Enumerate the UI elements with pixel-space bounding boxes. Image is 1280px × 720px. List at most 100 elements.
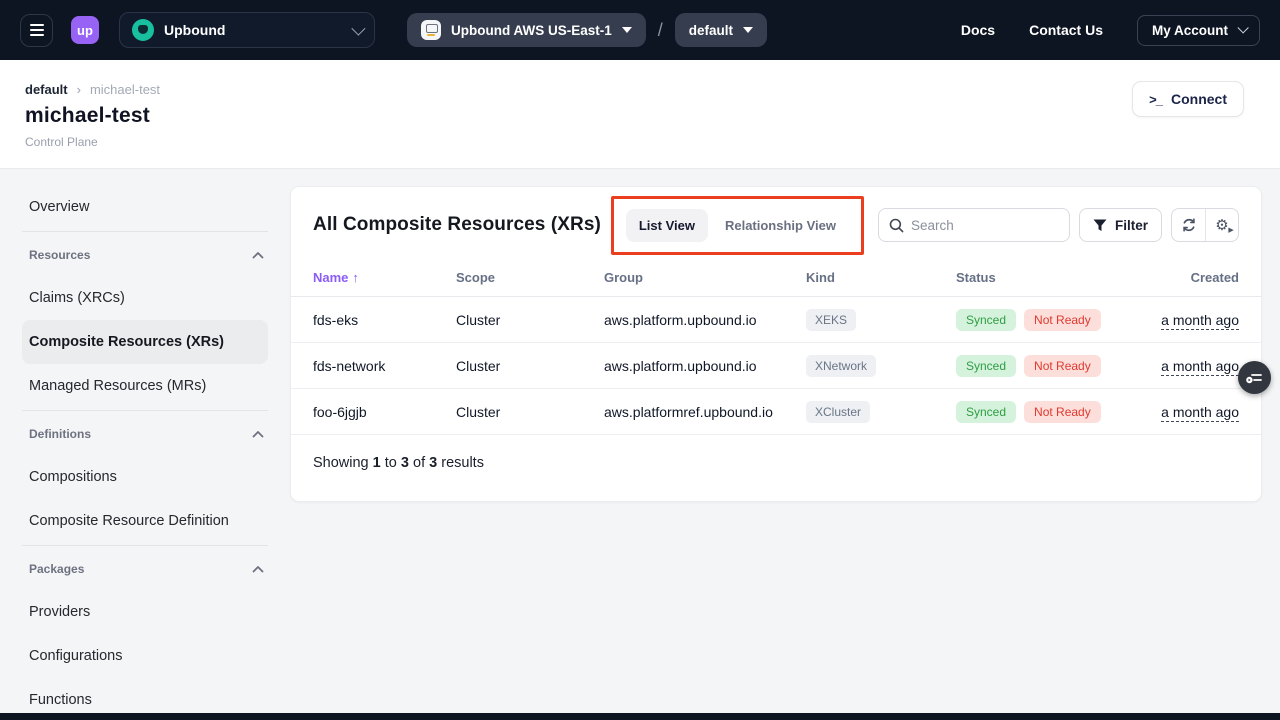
divider: [22, 231, 268, 232]
column-header-name[interactable]: Name↑: [313, 270, 456, 285]
search-input[interactable]: [911, 218, 1041, 233]
chevron-down-icon: [351, 22, 365, 36]
cell-group: aws.platformref.upbound.io: [604, 404, 806, 420]
status-badge-synced: Synced: [956, 401, 1016, 423]
results-summary: Showing 1 to 3 of 3 results: [291, 435, 1261, 491]
refresh-icon: [1181, 217, 1197, 233]
sidebar-item-composite-resources[interactable]: Composite Resources (XRs): [22, 320, 268, 364]
cell-name: fds-eks: [313, 312, 456, 328]
gear-icon: ⚙ ▶: [1215, 218, 1228, 233]
column-header-kind[interactable]: Kind: [806, 270, 956, 285]
control-plane-icon: [421, 20, 441, 40]
page-title: michael-test: [25, 104, 1280, 128]
status-badge-synced: Synced: [956, 355, 1016, 377]
chevron-up-icon: [252, 565, 264, 573]
breadcrumb-default[interactable]: default: [25, 82, 68, 97]
terminal-icon: >_: [1149, 92, 1162, 107]
kind-badge: XNetwork: [806, 355, 876, 377]
column-header-group[interactable]: Group: [604, 270, 806, 285]
cell-scope: Cluster: [456, 312, 604, 328]
chevron-down-icon: [1237, 22, 1248, 33]
status-badge-synced: Synced: [956, 309, 1016, 331]
divider: [22, 545, 268, 546]
my-account-button[interactable]: My Account: [1137, 15, 1260, 46]
created-timestamp[interactable]: a month ago: [1161, 358, 1239, 376]
sidebar-item-providers[interactable]: Providers: [22, 590, 268, 634]
refresh-button[interactable]: [1172, 209, 1205, 241]
list-view-tab[interactable]: List View: [626, 209, 708, 242]
namespace-switcher[interactable]: default: [675, 13, 767, 47]
organization-avatar-icon: [132, 19, 154, 41]
form-list-icon: [1246, 371, 1263, 385]
connect-label: Connect: [1171, 91, 1227, 107]
play-icon: ▶: [1228, 227, 1233, 234]
chevron-up-icon: [252, 430, 264, 438]
bottom-edge-bar: [0, 713, 1280, 720]
kind-badge: XEKS: [806, 309, 856, 331]
auto-refresh-settings-button[interactable]: ⚙ ▶: [1205, 209, 1238, 241]
status-badge-not-ready: Not Ready: [1024, 401, 1101, 423]
path-separator: /: [658, 20, 663, 41]
control-plane-switcher[interactable]: Upbound AWS US-East-1: [407, 13, 646, 47]
divider: [22, 410, 268, 411]
chevron-up-icon: [252, 251, 264, 259]
organization-name: Upbound: [164, 22, 352, 38]
cell-scope: Cluster: [456, 358, 604, 374]
kind-badge: XCluster: [806, 401, 870, 423]
sidebar-item-managed-resources[interactable]: Managed Resources (MRs): [22, 364, 268, 408]
top-navigation-bar: up Upbound Upbound AWS US-East-1 / defau…: [0, 0, 1280, 60]
cell-name: fds-network: [313, 358, 456, 374]
annotation-box: List View Relationship View: [611, 196, 864, 255]
sidebar-item-composite-resource-definition[interactable]: Composite Resource Definition: [22, 499, 268, 543]
filter-button[interactable]: Filter: [1079, 208, 1162, 242]
table-row[interactable]: fds-eks Cluster aws.platform.upbound.io …: [291, 297, 1261, 343]
sort-ascending-icon: ↑: [352, 270, 359, 285]
caret-down-icon: [622, 27, 632, 33]
page-subtitle: Control Plane: [25, 135, 1280, 149]
table-row[interactable]: fds-network Cluster aws.platform.upbound…: [291, 343, 1261, 389]
status-badge-not-ready: Not Ready: [1024, 309, 1101, 331]
breadcrumb-chevron-icon: ›: [77, 82, 81, 97]
sidebar-item-configurations[interactable]: Configurations: [22, 634, 268, 678]
docs-link[interactable]: Docs: [961, 22, 995, 38]
search-icon: [889, 218, 904, 233]
panel-title: All Composite Resources (XRs): [313, 214, 611, 236]
sidebar: Overview Resources Claims (XRCs) Composi…: [0, 169, 290, 720]
upbound-logo[interactable]: up: [71, 16, 99, 44]
table-header-row: Name↑ Scope Group Kind Status Created: [291, 259, 1261, 297]
relationship-view-tab[interactable]: Relationship View: [712, 209, 849, 242]
table-row[interactable]: foo-6jgjb Cluster aws.platformref.upboun…: [291, 389, 1261, 435]
sidebar-section-resources[interactable]: Resources: [22, 234, 268, 276]
connect-button[interactable]: >_ Connect: [1132, 81, 1244, 117]
page-header: default › michael-test michael-test Cont…: [0, 60, 1280, 169]
sidebar-item-overview[interactable]: Overview: [22, 185, 268, 229]
column-header-status[interactable]: Status: [956, 270, 1161, 285]
filter-funnel-icon: [1093, 219, 1107, 232]
created-timestamp[interactable]: a month ago: [1161, 404, 1239, 422]
panel-toolbar: All Composite Resources (XRs) List View …: [291, 187, 1261, 259]
contact-us-link[interactable]: Contact Us: [1029, 22, 1103, 38]
search-box[interactable]: [878, 208, 1070, 242]
created-timestamp[interactable]: a month ago: [1161, 312, 1239, 330]
composite-resources-panel: All Composite Resources (XRs) List View …: [290, 186, 1262, 502]
table-actions-group: ⚙ ▶: [1171, 208, 1239, 242]
feedback-widget-button[interactable]: [1238, 361, 1271, 394]
control-plane-name: Upbound AWS US-East-1: [451, 23, 612, 38]
cell-group: aws.platform.upbound.io: [604, 358, 806, 374]
my-account-label: My Account: [1152, 23, 1228, 38]
sidebar-section-definitions[interactable]: Definitions: [22, 413, 268, 455]
hamburger-menu-button[interactable]: [20, 14, 53, 47]
cell-scope: Cluster: [456, 404, 604, 420]
column-header-created[interactable]: Created: [1161, 270, 1239, 285]
organization-switcher[interactable]: Upbound: [119, 12, 375, 48]
breadcrumb-current: michael-test: [90, 82, 160, 97]
cell-name: foo-6jgjb: [313, 404, 456, 420]
sidebar-item-compositions[interactable]: Compositions: [22, 455, 268, 499]
breadcrumb: default › michael-test: [25, 82, 1280, 97]
namespace-name: default: [689, 23, 733, 38]
sidebar-item-claims[interactable]: Claims (XRCs): [22, 276, 268, 320]
filter-label: Filter: [1115, 218, 1148, 233]
status-badge-not-ready: Not Ready: [1024, 355, 1101, 377]
sidebar-section-packages[interactable]: Packages: [22, 548, 268, 590]
column-header-scope[interactable]: Scope: [456, 270, 604, 285]
